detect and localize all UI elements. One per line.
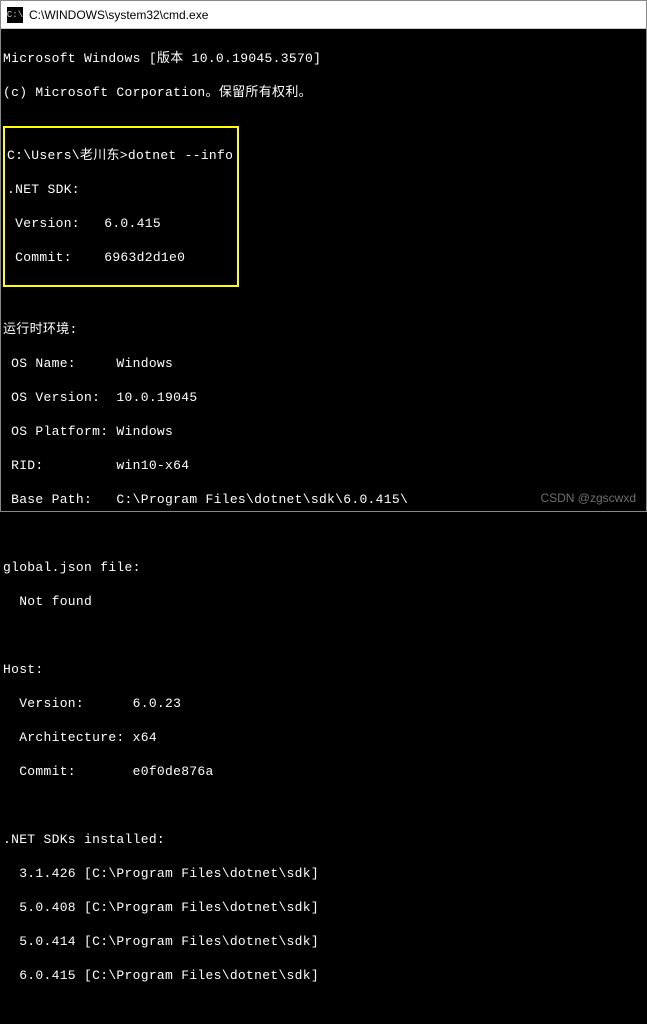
header-line-2: (c) Microsoft Corporation。保留所有权利。 — [3, 84, 644, 101]
sdk-item: 5.0.414 [C:\Program Files\dotnet\sdk] — [3, 933, 644, 950]
blank — [3, 627, 644, 644]
header-line-1: Microsoft Windows [版本 10.0.19045.3570] — [3, 50, 644, 67]
blank — [3, 287, 644, 304]
global-json-value: Not found — [3, 593, 644, 610]
host-version: Version: 6.0.23 — [3, 695, 644, 712]
blank — [3, 1001, 644, 1018]
highlighted-sdk-box: C:\Users\老川东>dotnet --info .NET SDK: Ver… — [3, 126, 239, 287]
sdk-commit: Commit: 6963d2d1e0 — [7, 249, 233, 266]
prompt-command: C:\Users\老川东>dotnet --info — [7, 147, 233, 164]
watermark: CSDN @zgscwxd — [540, 491, 636, 505]
window-titlebar[interactable]: C:\ C:\WINDOWS\system32\cmd.exe — [1, 1, 646, 29]
blank — [3, 525, 644, 542]
cmd-icon-label: C:\ — [7, 10, 23, 20]
os-version: OS Version: 10.0.19045 — [3, 389, 644, 406]
runtime-env-header: 运行时环境: — [3, 321, 644, 338]
console-output[interactable]: Microsoft Windows [版本 10.0.19045.3570] (… — [1, 29, 646, 1024]
os-name: OS Name: Windows — [3, 355, 644, 372]
window-title: C:\WINDOWS\system32\cmd.exe — [29, 8, 208, 22]
sdks-header: .NET SDKs installed: — [3, 831, 644, 848]
rid: RID: win10-x64 — [3, 457, 644, 474]
host-header: Host: — [3, 661, 644, 678]
host-arch: Architecture: x64 — [3, 729, 644, 746]
host-commit: Commit: e0f0de876a — [3, 763, 644, 780]
cmd-icon: C:\ — [7, 7, 23, 23]
blank — [3, 797, 644, 814]
sdk-item: 3.1.426 [C:\Program Files\dotnet\sdk] — [3, 865, 644, 882]
sdk-item: 5.0.408 [C:\Program Files\dotnet\sdk] — [3, 899, 644, 916]
sdk-header: .NET SDK: — [7, 181, 233, 198]
sdk-item: 6.0.415 [C:\Program Files\dotnet\sdk] — [3, 967, 644, 984]
sdk-version: Version: 6.0.415 — [7, 215, 233, 232]
global-json-header: global.json file: — [3, 559, 644, 576]
os-platform: OS Platform: Windows — [3, 423, 644, 440]
